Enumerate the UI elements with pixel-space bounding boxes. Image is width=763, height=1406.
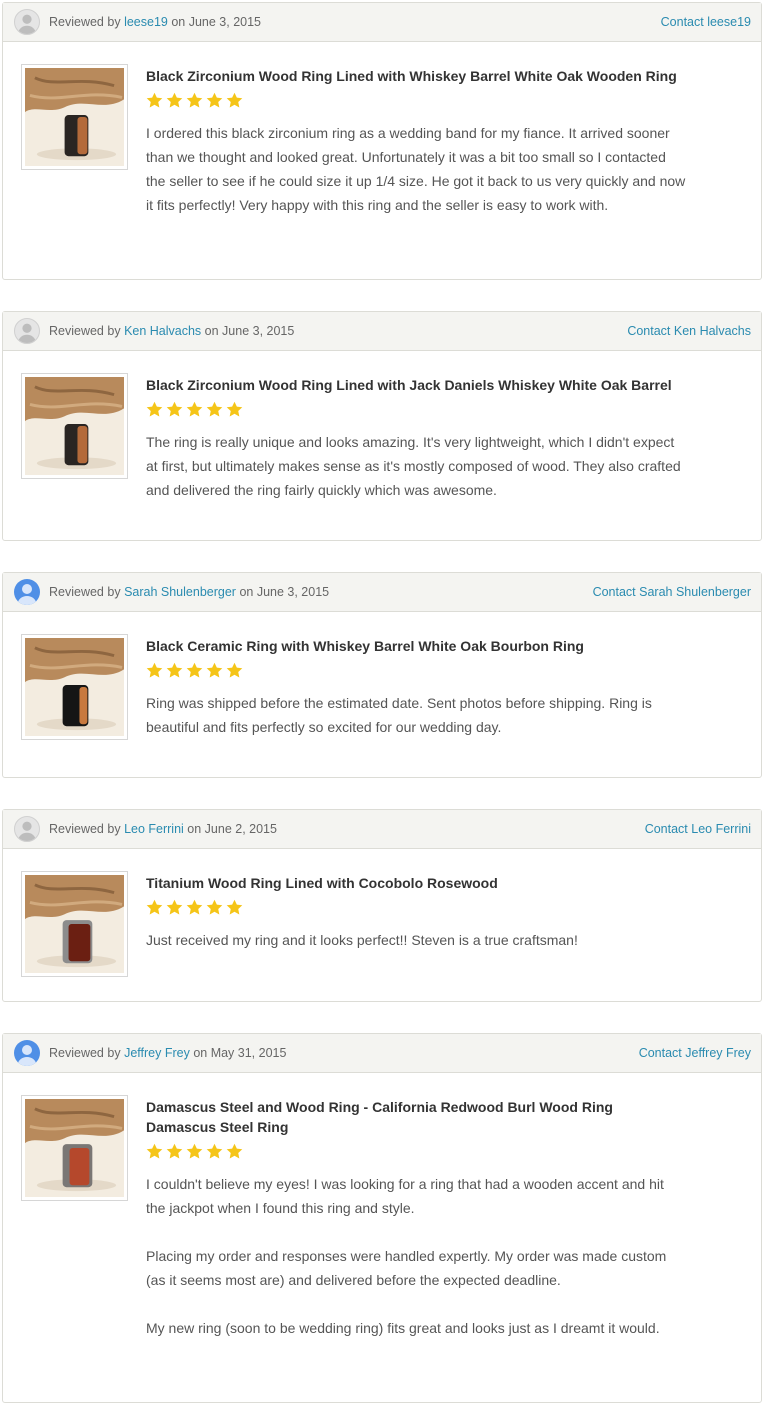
star-icon (206, 662, 223, 679)
product-thumbnail[interactable] (21, 871, 128, 977)
star-icon (146, 401, 163, 418)
star-icon (226, 401, 243, 418)
review-card: Reviewed by Jeffrey Frey on May 31, 2015… (2, 1033, 762, 1403)
star-icon (186, 92, 203, 109)
reviewed-by-line: Reviewed by Jeffrey Frey on May 31, 2015 (49, 1046, 639, 1060)
ring-photo (25, 377, 124, 475)
review-header: Reviewed by Jeffrey Frey on May 31, 2015… (3, 1034, 761, 1073)
reviewer-link[interactable]: leese19 (124, 15, 168, 29)
contact-reviewer-link[interactable]: Contact leese19 (661, 15, 751, 29)
star-icon (186, 401, 203, 418)
star-icon (166, 662, 183, 679)
ring-photo (25, 638, 124, 736)
star-icon (166, 401, 183, 418)
review-text: Ring was shipped before the estimated da… (146, 691, 686, 739)
review-text: Just received my ring and it looks perfe… (146, 928, 686, 952)
product-title-link[interactable]: Black Ceramic Ring with Whiskey Barrel W… (146, 636, 686, 656)
reviewed-by-label: Reviewed by (49, 822, 121, 836)
star-rating (146, 401, 686, 421)
reviewer-link[interactable]: Leo Ferrini (124, 822, 184, 836)
star-icon (226, 899, 243, 916)
reviewer-link[interactable]: Ken Halvachs (124, 324, 201, 338)
reviewed-by-label: Reviewed by (49, 15, 121, 29)
star-icon (186, 662, 203, 679)
review-text: I ordered this black zirconium ring as a… (146, 121, 686, 217)
star-icon (206, 401, 223, 418)
blue-person-icon[interactable] (14, 579, 40, 605)
reviewed-by-label: Reviewed by (49, 1046, 121, 1060)
review-paragraph: I couldn't believe my eyes! I was lookin… (146, 1176, 664, 1216)
review-date: on June 3, 2015 (171, 15, 262, 29)
review-header: Reviewed by Sarah Shulenberger on June 3… (3, 573, 761, 612)
star-icon (146, 1143, 163, 1160)
reviewed-by-line: Reviewed by Leo Ferrini on June 2, 2015 (49, 822, 645, 836)
product-title-link[interactable]: Black Zirconium Wood Ring Lined with Jac… (146, 375, 686, 395)
reviewed-by-label: Reviewed by (49, 585, 121, 599)
review-card: Reviewed by Ken Halvachs on June 3, 2015… (2, 311, 762, 541)
review-card: Reviewed by Sarah Shulenberger on June 3… (2, 572, 762, 778)
reviewer-link[interactable]: Jeffrey Frey (124, 1046, 190, 1060)
reviewed-by-label: Reviewed by (49, 324, 121, 338)
star-icon (166, 899, 183, 916)
star-icon (146, 92, 163, 109)
product-thumbnail[interactable] (21, 634, 128, 740)
star-rating (146, 1143, 686, 1163)
product-thumbnail[interactable] (21, 64, 128, 170)
star-icon (146, 899, 163, 916)
review-text: I couldn't believe my eyes! I was lookin… (146, 1172, 686, 1340)
reviewer-link[interactable]: Sarah Shulenberger (124, 585, 236, 599)
star-icon (206, 92, 223, 109)
reviewed-by-line: Reviewed by Sarah Shulenberger on June 3… (49, 585, 593, 599)
review-text: The ring is really unique and looks amaz… (146, 430, 686, 502)
review-date: on June 3, 2015 (239, 585, 330, 599)
gray-person-icon[interactable] (14, 9, 40, 35)
product-thumbnail[interactable] (21, 373, 128, 479)
review-date: on June 2, 2015 (187, 822, 277, 836)
review-paragraph: Just received my ring and it looks perfe… (146, 932, 578, 948)
star-rating (146, 662, 686, 682)
blue-person-icon[interactable] (14, 1040, 40, 1066)
review-paragraph: Placing my order and responses were hand… (146, 1248, 667, 1288)
star-icon (206, 899, 223, 916)
star-icon (166, 1143, 183, 1160)
star-icon (226, 1143, 243, 1160)
contact-reviewer-link[interactable]: Contact Ken Halvachs (627, 324, 751, 338)
review-paragraph: The ring is really unique and looks amaz… (146, 434, 681, 498)
review-paragraph: I ordered this black zirconium ring as a… (146, 125, 686, 213)
product-title-link[interactable]: Black Zirconium Wood Ring Lined with Whi… (146, 66, 686, 86)
star-rating (146, 92, 686, 112)
review-card: Reviewed by leese19 on June 3, 2015 Cont… (2, 2, 762, 280)
review-date: on June 3, 2015 (204, 324, 295, 338)
reviewed-by-line: Reviewed by leese19 on June 3, 2015 (49, 15, 661, 29)
contact-reviewer-link[interactable]: Contact Leo Ferrini (645, 822, 751, 836)
review-header: Reviewed by Ken Halvachs on June 3, 2015… (3, 312, 761, 351)
contact-reviewer-link[interactable]: Contact Jeffrey Frey (639, 1046, 751, 1060)
reviewed-by-line: Reviewed by Ken Halvachs on June 3, 2015 (49, 324, 627, 338)
review-date: on May 31, 2015 (193, 1046, 287, 1060)
star-rating (146, 899, 686, 919)
ring-photo (25, 68, 124, 166)
review-paragraph: Ring was shipped before the estimated da… (146, 695, 652, 735)
star-icon (226, 92, 243, 109)
review-header: Reviewed by Leo Ferrini on June 2, 2015 … (3, 810, 761, 849)
ring-photo (25, 1099, 124, 1197)
contact-reviewer-link[interactable]: Contact Sarah Shulenberger (593, 585, 751, 599)
ring-photo (25, 875, 124, 973)
star-icon (226, 662, 243, 679)
gray-person-icon[interactable] (14, 318, 40, 344)
star-icon (206, 1143, 223, 1160)
star-icon (186, 1143, 203, 1160)
product-title-link[interactable]: Titanium Wood Ring Lined with Cocobolo R… (146, 873, 686, 893)
review-card: Reviewed by Leo Ferrini on June 2, 2015 … (2, 809, 762, 1002)
review-header: Reviewed by leese19 on June 3, 2015 Cont… (3, 3, 761, 42)
star-icon (146, 662, 163, 679)
product-title-link[interactable]: Damascus Steel and Wood Ring - Californi… (146, 1097, 686, 1137)
product-thumbnail[interactable] (21, 1095, 128, 1201)
star-icon (186, 899, 203, 916)
gray-person-icon[interactable] (14, 816, 40, 842)
star-icon (166, 92, 183, 109)
review-paragraph: My new ring (soon to be wedding ring) fi… (146, 1320, 660, 1336)
